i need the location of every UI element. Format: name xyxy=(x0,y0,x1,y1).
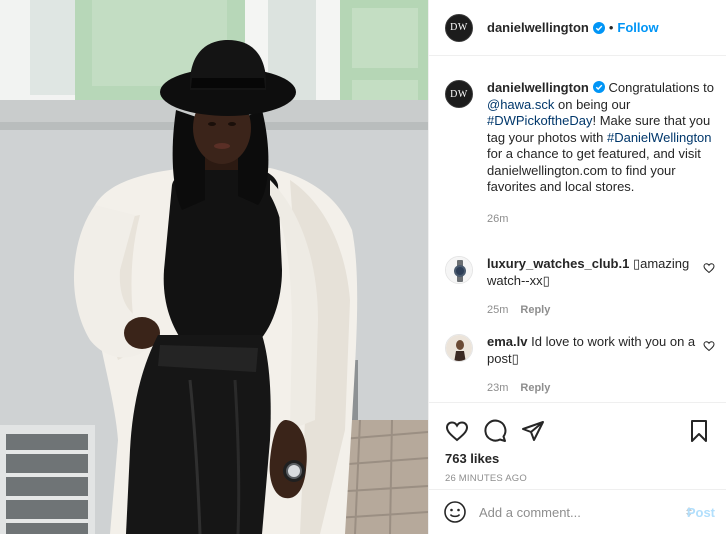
caption-body: danielwellington Congratulations to @haw… xyxy=(487,80,715,227)
comment-meta: 25m Reply xyxy=(487,302,697,319)
caption-text: danielwellington Congratulations to @haw… xyxy=(487,80,715,196)
comment-text-line: ema.lv Id love to work with you on a pos… xyxy=(487,334,697,367)
comment-username[interactable]: ema.lv xyxy=(487,334,527,349)
post-side-panel: DW danielwellington • Follow DW danielwe… xyxy=(428,0,726,534)
caption-mention-link[interactable]: @hawa.sck xyxy=(487,97,554,112)
comment-item: luxury_watches_club.1 ▯amazing watch--xx… xyxy=(445,256,715,319)
user-avatar-photo xyxy=(446,335,472,361)
like-comment-heart-icon[interactable] xyxy=(703,340,715,352)
comment-avatar[interactable] xyxy=(445,256,473,284)
account-avatar[interactable]: DW xyxy=(445,13,473,42)
avatar-initials: DW xyxy=(450,22,468,33)
post-header: DW danielwellington • Follow xyxy=(429,0,726,56)
caption-time: 26m xyxy=(487,212,509,225)
post-photo[interactable] xyxy=(0,0,428,534)
caption-text-part4: for a chance to get featured, and visit … xyxy=(487,146,701,194)
comment-time: 23m xyxy=(487,382,509,394)
caption-text-part2: on being our xyxy=(554,96,631,112)
verified-badge-icon xyxy=(592,21,605,34)
watch-avatar-icon xyxy=(446,257,472,283)
caption-block: DW danielwellington Congratulations to @… xyxy=(445,80,715,227)
like-count[interactable]: 763 likes xyxy=(445,451,711,466)
caption-username[interactable]: danielwellington xyxy=(487,80,589,95)
header-separator: • xyxy=(608,20,614,35)
comment-body: luxury_watches_club.1 ▯amazing watch--xx… xyxy=(487,256,697,319)
post-photo-image xyxy=(0,0,428,534)
post-actions: 763 likes 26 MINUTES AGO xyxy=(429,402,726,484)
caption-avatar[interactable]: DW xyxy=(445,80,473,108)
heart-icon[interactable] xyxy=(445,419,469,443)
save-icon[interactable] xyxy=(687,419,711,443)
caption-text-part1: Congratulations to xyxy=(608,80,714,95)
comment-icon[interactable] xyxy=(483,419,507,443)
caption-meta: 26m xyxy=(487,211,715,228)
comment-body: ema.lv Id love to work with you on a pos… xyxy=(487,334,697,397)
reply-button[interactable]: Reply xyxy=(520,382,550,394)
like-comment-heart-icon[interactable] xyxy=(703,262,715,274)
comment-username[interactable]: luxury_watches_club.1 xyxy=(487,256,629,271)
add-comment-bar: Post xyxy=(429,489,726,534)
caption-hashtag-link-2[interactable]: #DanielWellington xyxy=(607,130,712,145)
follow-button[interactable]: Follow xyxy=(617,20,658,35)
emoji-icon[interactable] xyxy=(443,500,467,524)
account-username[interactable]: danielwellington xyxy=(487,20,589,35)
caption-avatar-initials: DW xyxy=(450,88,468,100)
post-modal: DW danielwellington • Follow DW danielwe… xyxy=(0,0,726,534)
caption-hashtag-link-1[interactable]: #DWPickoftheDay xyxy=(487,113,592,128)
comment-meta: 23m Reply xyxy=(487,380,697,397)
post-comment-button[interactable]: Post xyxy=(687,505,715,520)
reply-button[interactable]: Reply xyxy=(520,304,550,316)
post-timestamp[interactable]: 26 MINUTES AGO xyxy=(445,473,711,484)
comment-time: 25m xyxy=(487,304,509,316)
comment-text-line: luxury_watches_club.1 ▯amazing watch--xx… xyxy=(487,256,697,289)
comment-avatar[interactable] xyxy=(445,334,473,362)
comment-input[interactable] xyxy=(479,504,669,520)
comment-item: ema.lv Id love to work with you on a pos… xyxy=(445,334,715,397)
action-icons-row xyxy=(445,411,711,451)
share-icon[interactable] xyxy=(521,419,545,443)
caption-verified-icon xyxy=(592,81,605,93)
